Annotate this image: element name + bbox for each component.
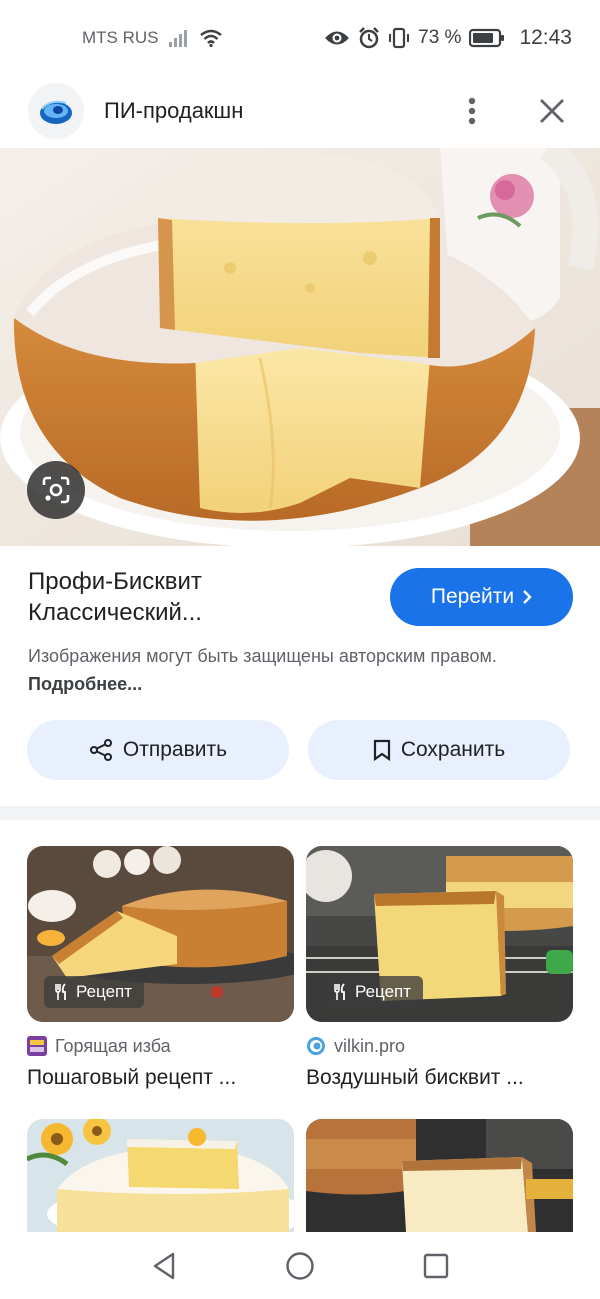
- related-title[interactable]: Воздушный бисквит ...: [306, 1066, 573, 1090]
- status-bar: MTS RUS 73 % 12:43: [0, 0, 600, 76]
- recipe-badge-label: Рецепт: [355, 982, 412, 1001]
- result-title-row: Профи-Бисквит Классический... Перейти: [0, 566, 600, 628]
- carrier-name: MTS RUS: [82, 28, 159, 47]
- goryashchaya-izba-favicon-icon: [27, 1036, 47, 1056]
- share-button-label: Отправить: [122, 738, 228, 761]
- share-button[interactable]: Отправить: [27, 720, 289, 780]
- site-logo-icon[interactable]: [28, 83, 84, 139]
- recipe-badge-label: Рецепт: [76, 982, 133, 1001]
- source-header: ПИ-продакшн: [0, 76, 600, 146]
- battery-icon: [469, 28, 505, 48]
- fork-knife-icon: [333, 983, 347, 1001]
- bookmark-icon: [373, 739, 391, 761]
- visit-button[interactable]: Перейти: [390, 568, 573, 626]
- close-icon[interactable]: [532, 91, 572, 131]
- alarm-icon: [358, 27, 380, 49]
- related-card[interactable]: [306, 1119, 573, 1232]
- save-button-label: Сохранить: [400, 738, 506, 761]
- clock-time: 12:43: [519, 26, 572, 49]
- google-lens-icon[interactable]: [27, 461, 85, 519]
- copyright-text: Изображения могут быть защищены авторски…: [28, 646, 497, 666]
- related-source: Горящая изба: [27, 1034, 294, 1058]
- learn-more-link[interactable]: Подробнее...: [28, 674, 142, 694]
- system-nav-bar: [0, 1232, 600, 1299]
- signal-icon: [168, 29, 191, 47]
- recents-icon[interactable]: [406, 1236, 466, 1296]
- sponge-cake-photo: [0, 148, 600, 546]
- vilkin-favicon-icon: [306, 1036, 326, 1056]
- recipe-badge: Рецепт: [323, 976, 424, 1008]
- copyright-notice: Изображения могут быть защищены авторски…: [28, 642, 568, 698]
- more-vert-icon[interactable]: [452, 91, 492, 131]
- visit-button-label: Перейти: [430, 585, 515, 608]
- vibrate-icon: [388, 27, 410, 49]
- back-icon[interactable]: [134, 1236, 194, 1296]
- chevron-right-icon: [522, 589, 532, 605]
- related-thumbnail: [27, 1119, 294, 1232]
- related-source-name: Горящая изба: [55, 1035, 171, 1056]
- home-icon[interactable]: [270, 1236, 330, 1296]
- result-image[interactable]: [0, 148, 600, 546]
- related-card[interactable]: Рецепт Горящая изба Пошаговый рецепт ...: [27, 846, 294, 1090]
- site-name[interactable]: ПИ-продакшн: [104, 98, 452, 124]
- result-title[interactable]: Профи-Бисквит Классический...: [28, 566, 368, 628]
- related-thumbnail: [306, 1119, 573, 1232]
- battery-percent: 73 %: [418, 27, 462, 48]
- section-divider: [0, 806, 600, 820]
- related-thumbnail: Рецепт: [306, 846, 573, 1022]
- fork-knife-icon: [54, 983, 68, 1001]
- share-icon: [89, 738, 113, 762]
- related-thumbnail: Рецепт: [27, 846, 294, 1022]
- related-card[interactable]: Рецепт vilkin.pro Воздушный бисквит ...: [306, 846, 573, 1090]
- related-source: vilkin.pro: [306, 1034, 573, 1058]
- related-title[interactable]: Пошаговый рецепт ...: [27, 1066, 294, 1090]
- save-button[interactable]: Сохранить: [308, 720, 570, 780]
- wifi-icon: [199, 29, 223, 47]
- related-source-name: vilkin.pro: [334, 1035, 406, 1056]
- sponge-cake-slice-photo: [306, 1119, 573, 1232]
- eye-icon: [324, 29, 350, 47]
- related-card[interactable]: [27, 1119, 294, 1232]
- recipe-badge: Рецепт: [44, 976, 145, 1008]
- cake-with-flowers-photo: [27, 1119, 294, 1232]
